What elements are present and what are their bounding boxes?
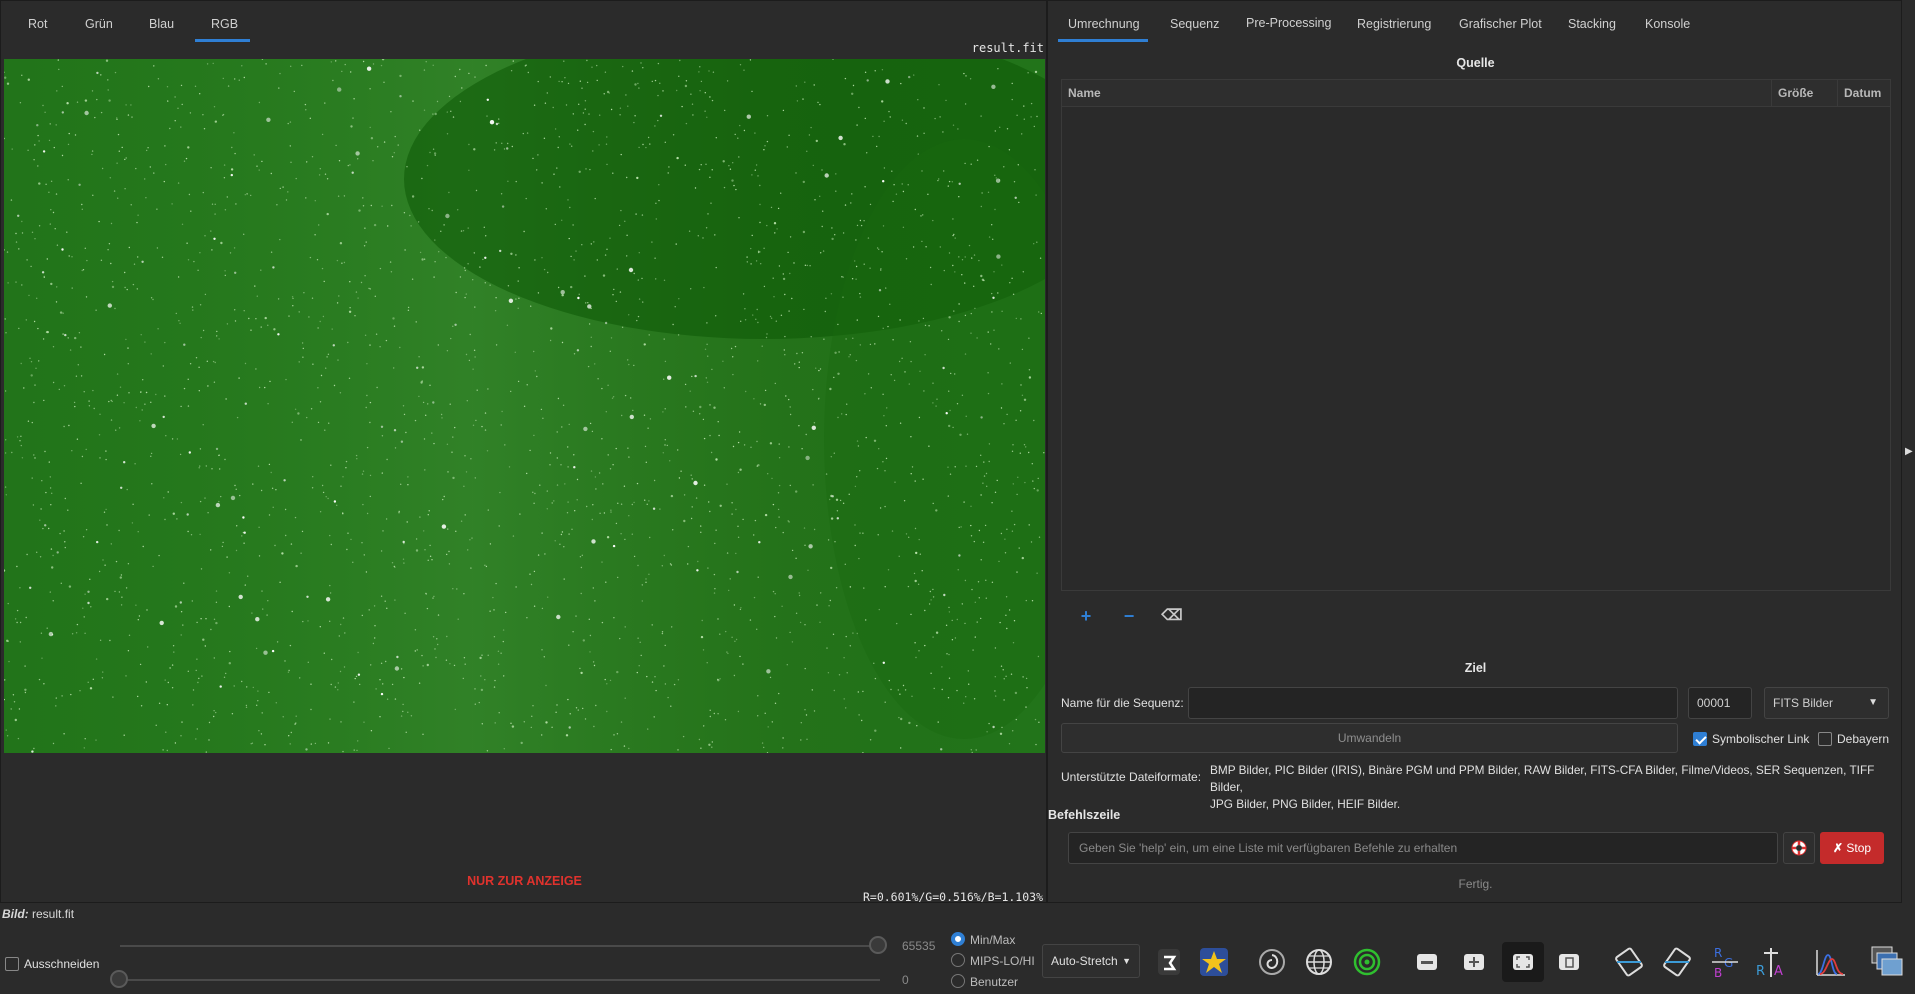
sequence-name-input[interactable] xyxy=(1188,687,1678,719)
debayer-label: Debayern xyxy=(1837,732,1890,746)
tab-registration[interactable]: Registrierung xyxy=(1357,17,1431,31)
rgb-align-icon[interactable]: RGB xyxy=(1707,942,1741,982)
radio-minmax[interactable] xyxy=(951,932,965,946)
supported-formats-line-1: BMP Bilder, PIC Bilder (IRIS), Binäre PG… xyxy=(1210,763,1875,794)
high-threshold-knob[interactable] xyxy=(869,936,887,954)
galaxy-icon[interactable] xyxy=(1255,942,1289,982)
status-text: Fertig. xyxy=(1458,877,1493,891)
output-format-value: FITS Bilder xyxy=(1773,696,1834,710)
minimize-icon[interactable] xyxy=(1410,942,1444,982)
sequence-name-label: Name für die Sequenz: xyxy=(1061,696,1184,710)
column-name-header[interactable]: Name xyxy=(1062,80,1772,107)
close-icon: ✗ xyxy=(1832,841,1844,855)
low-threshold-track[interactable] xyxy=(120,979,880,981)
starfield-image xyxy=(4,59,1045,753)
stop-button[interactable]: ✗ Stop xyxy=(1820,832,1884,864)
layers-icon[interactable] xyxy=(1870,942,1904,982)
image-info: Bild: result.fit xyxy=(2,907,74,921)
astro-image-canvas[interactable] xyxy=(4,59,1045,753)
source-section-title: Quelle xyxy=(1456,56,1495,70)
add-files-button[interactable]: + xyxy=(1073,604,1099,628)
rgb-compose-icon[interactable]: RA xyxy=(1754,942,1788,982)
undo-redo-icon[interactable] xyxy=(1152,942,1186,982)
command-placeholder: Geben Sie 'help' ein, um eine Liste mit … xyxy=(1079,841,1458,855)
image-panel: Rot Grün Blau RGB result.fit NUR ZUR ANZ… xyxy=(0,0,1048,904)
mirror-y-icon[interactable] xyxy=(1660,942,1694,982)
active-tab-indicator xyxy=(195,39,250,42)
tab-sequence[interactable]: Sequenz xyxy=(1170,17,1219,31)
crop-label: Ausschneiden xyxy=(24,957,100,971)
active-tab-indicator xyxy=(1058,39,1148,42)
svg-text:B: B xyxy=(1714,966,1722,979)
lifebuoy-icon xyxy=(1791,840,1807,856)
tab-green-channel[interactable]: Grün xyxy=(85,17,113,31)
supported-formats-label: Unterstützte Dateiformate: xyxy=(1061,770,1202,784)
convert-button[interactable]: Umwandeln xyxy=(1061,723,1678,753)
column-size-header[interactable]: Größe xyxy=(1772,80,1838,107)
start-index-input[interactable]: 00001 xyxy=(1688,687,1752,719)
image-info-label: Bild: xyxy=(2,907,29,921)
fullscreen-icon[interactable] xyxy=(1502,942,1544,982)
column-date-header[interactable]: Datum xyxy=(1838,80,1890,107)
expand-arrow-icon[interactable]: ▶ xyxy=(1905,446,1913,457)
radio-mips[interactable] xyxy=(951,953,965,967)
tab-pre-processing[interactable]: Pre-Processing xyxy=(1246,16,1331,30)
histogram-icon[interactable] xyxy=(1815,942,1849,982)
debayer-checkbox[interactable] xyxy=(1818,732,1832,746)
plus-doc-icon[interactable] xyxy=(1457,942,1491,982)
command-line-title: Befehlszeile xyxy=(1048,808,1121,822)
command-input[interactable]: Geben Sie 'help' ein, um eine Liste mit … xyxy=(1068,832,1778,864)
target-section-title: Ziel xyxy=(1464,661,1487,675)
low-threshold-knob[interactable] xyxy=(110,970,128,988)
image-info-name: result.fit xyxy=(32,907,75,921)
tab-stacking[interactable]: Stacking xyxy=(1568,17,1616,31)
tab-red-channel[interactable]: Rot xyxy=(28,17,47,31)
tab-plot[interactable]: Grafischer Plot xyxy=(1459,17,1542,31)
rotate-icon[interactable] xyxy=(1552,942,1586,982)
chevron-down-icon: ▼ xyxy=(1868,697,1878,708)
tab-blue-channel[interactable]: Blau xyxy=(149,17,174,31)
tab-conversion[interactable]: Umrechnung xyxy=(1068,17,1140,31)
high-threshold-track[interactable] xyxy=(120,945,880,947)
source-file-table[interactable]: Name Größe Datum xyxy=(1061,79,1891,591)
tab-console[interactable]: Konsole xyxy=(1645,17,1690,31)
target-icon[interactable] xyxy=(1350,942,1384,982)
radio-minmax-label: Min/Max xyxy=(970,933,1016,947)
low-threshold-value: 0 xyxy=(902,973,909,987)
stretch-mode-select[interactable]: Auto-Stretch ▼ xyxy=(1042,944,1140,978)
channel-tab-bar: Rot Grün Blau RGB xyxy=(1,1,1048,43)
supported-formats-text: BMP Bilder, PIC Bilder (IRIS), Binäre PG… xyxy=(1210,762,1895,813)
chevron-down-icon: ▼ xyxy=(1122,956,1131,966)
symlink-checkbox[interactable] xyxy=(1693,732,1707,746)
svg-text:R: R xyxy=(1714,946,1722,960)
crop-checkbox[interactable] xyxy=(5,957,19,971)
radio-user[interactable] xyxy=(951,974,965,988)
pixel-statistics: R=0.601%/G=0.516%/B=1.103% xyxy=(862,890,1043,904)
mirror-x-icon[interactable] xyxy=(1612,942,1646,982)
tab-rgb-channel[interactable]: RGB xyxy=(211,17,238,31)
image-filename-overlay: result.fit xyxy=(971,41,1044,55)
display-only-warning: NUR ZUR ANZEIGE xyxy=(467,874,582,888)
star-icon[interactable] xyxy=(1197,942,1231,982)
svg-text:G: G xyxy=(1724,956,1733,970)
symlink-label: Symbolischer Link xyxy=(1712,732,1810,746)
remove-files-button[interactable]: − xyxy=(1116,604,1142,628)
svg-text:R: R xyxy=(1756,964,1765,979)
side-panel-strip: ▶ xyxy=(1902,0,1915,903)
globe-icon[interactable] xyxy=(1302,942,1336,982)
svg-text:A: A xyxy=(1774,964,1783,979)
radio-user-label: Benutzer xyxy=(970,975,1019,989)
stop-label: Stop xyxy=(1846,841,1872,855)
output-format-select[interactable]: FITS Bilder ▼ xyxy=(1764,687,1889,719)
stretch-mode-value: Auto-Stretch xyxy=(1051,954,1118,968)
clear-list-button[interactable]: ⌫ xyxy=(1159,604,1185,628)
radio-mips-label: MIPS-LO/HI xyxy=(970,954,1035,968)
control-panel: Umrechnung Sequenz Pre-Processing Regist… xyxy=(1047,0,1902,903)
high-threshold-value: 65535 xyxy=(902,939,936,953)
help-button[interactable] xyxy=(1783,832,1815,864)
supported-formats-line-2: JPG Bilder, PNG Bilder, HEIF Bilder. xyxy=(1210,797,1401,811)
